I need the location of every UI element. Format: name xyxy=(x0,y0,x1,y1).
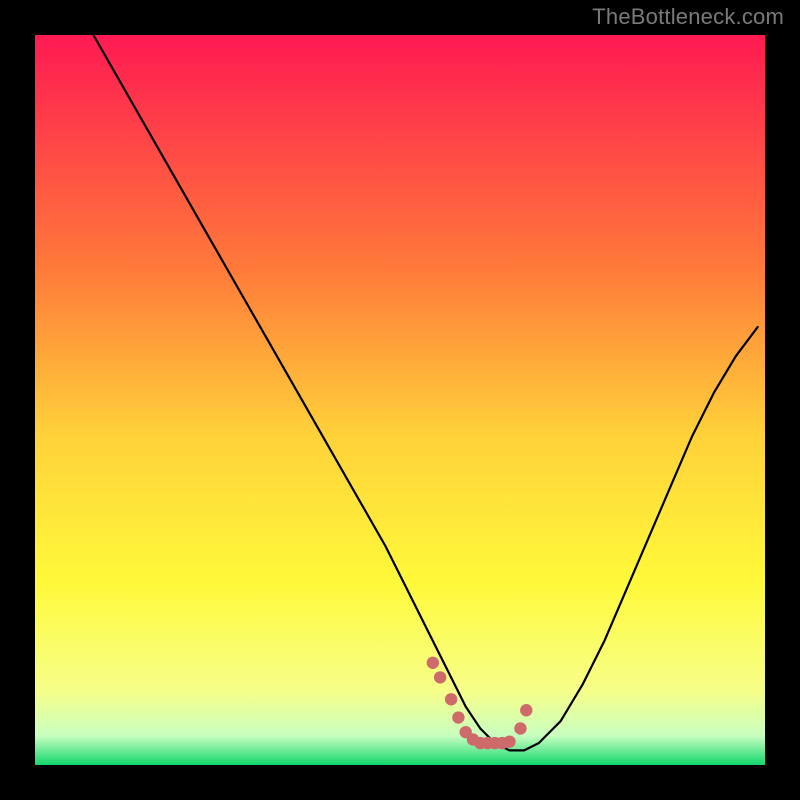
highlight-dot xyxy=(520,704,532,716)
highlight-dot xyxy=(445,693,457,705)
watermark-text: TheBottleneck.com xyxy=(592,4,784,30)
gradient-fill xyxy=(35,35,765,765)
highlight-dot xyxy=(503,735,515,747)
highlight-dot xyxy=(434,671,446,683)
bottleneck-chart xyxy=(35,35,765,765)
highlight-dot xyxy=(427,657,439,669)
highlight-dot xyxy=(514,722,526,734)
highlight-dot xyxy=(452,711,464,723)
chart-frame xyxy=(35,35,765,765)
